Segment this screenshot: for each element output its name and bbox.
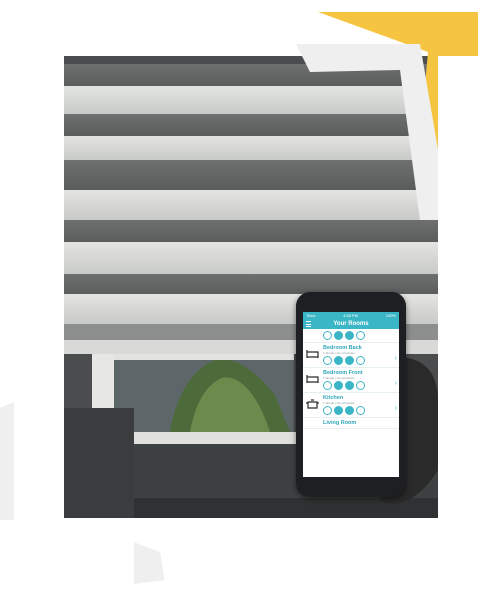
- stop-shade-button[interactable]: [334, 331, 343, 340]
- stop-shade-button[interactable]: [334, 381, 343, 390]
- room-subtitle: 1 Shade | No schedules: [323, 401, 355, 405]
- time-label: 4:58 PM: [343, 313, 358, 318]
- carrier-label: Telus: [306, 313, 316, 318]
- favorite-shade-button[interactable]: [345, 406, 354, 415]
- room-name: Living Room: [323, 420, 357, 426]
- nav-bar: Your Rooms: [303, 319, 399, 329]
- favorite-shade-button[interactable]: [345, 381, 354, 390]
- white-frame: [0, 0, 492, 589]
- room-item-living-room[interactable]: Living Room: [303, 418, 399, 429]
- bed-icon: [306, 375, 319, 383]
- phone: Telus 4:58 PM 100% Your Rooms Bedroom Ba…: [296, 292, 406, 497]
- battery-label: 100%: [385, 313, 396, 318]
- bed-icon: [306, 350, 319, 358]
- room-subtitle: 1 Shade | No schedules: [323, 351, 355, 355]
- open-shade-button[interactable]: [323, 331, 332, 340]
- room-subtitle: 1 Shade | No schedules: [323, 376, 355, 380]
- room-item-bedroom-front[interactable]: Bedroom Front 1 Shade | No schedules ›: [303, 368, 399, 393]
- pot-icon: [306, 399, 319, 409]
- chevron-right-icon[interactable]: ›: [395, 380, 397, 387]
- app-screen: Telus 4:58 PM 100% Your Rooms Bedroom Ba…: [303, 312, 399, 477]
- close-shade-button[interactable]: [356, 406, 365, 415]
- close-shade-button[interactable]: [356, 331, 365, 340]
- close-shade-button[interactable]: [356, 381, 365, 390]
- close-shade-button[interactable]: [356, 356, 365, 365]
- stop-shade-button[interactable]: [334, 406, 343, 415]
- page-title: Your Rooms: [333, 321, 369, 327]
- open-shade-button[interactable]: [323, 356, 332, 365]
- stop-shade-button[interactable]: [334, 356, 343, 365]
- room-item-kitchen[interactable]: Kitchen 1 Shade | No schedules ›: [303, 393, 399, 418]
- open-shade-button[interactable]: [323, 381, 332, 390]
- open-shade-button[interactable]: [323, 406, 332, 415]
- favorite-shade-button[interactable]: [345, 331, 354, 340]
- chevron-right-icon[interactable]: ›: [395, 355, 397, 362]
- list-item: [303, 329, 399, 343]
- chevron-right-icon[interactable]: ›: [395, 405, 397, 412]
- room-item-bedroom-back[interactable]: Bedroom Back 1 Shade | No schedules ›: [303, 343, 399, 368]
- favorite-shade-button[interactable]: [345, 356, 354, 365]
- status-bar: Telus 4:58 PM 100%: [303, 312, 399, 319]
